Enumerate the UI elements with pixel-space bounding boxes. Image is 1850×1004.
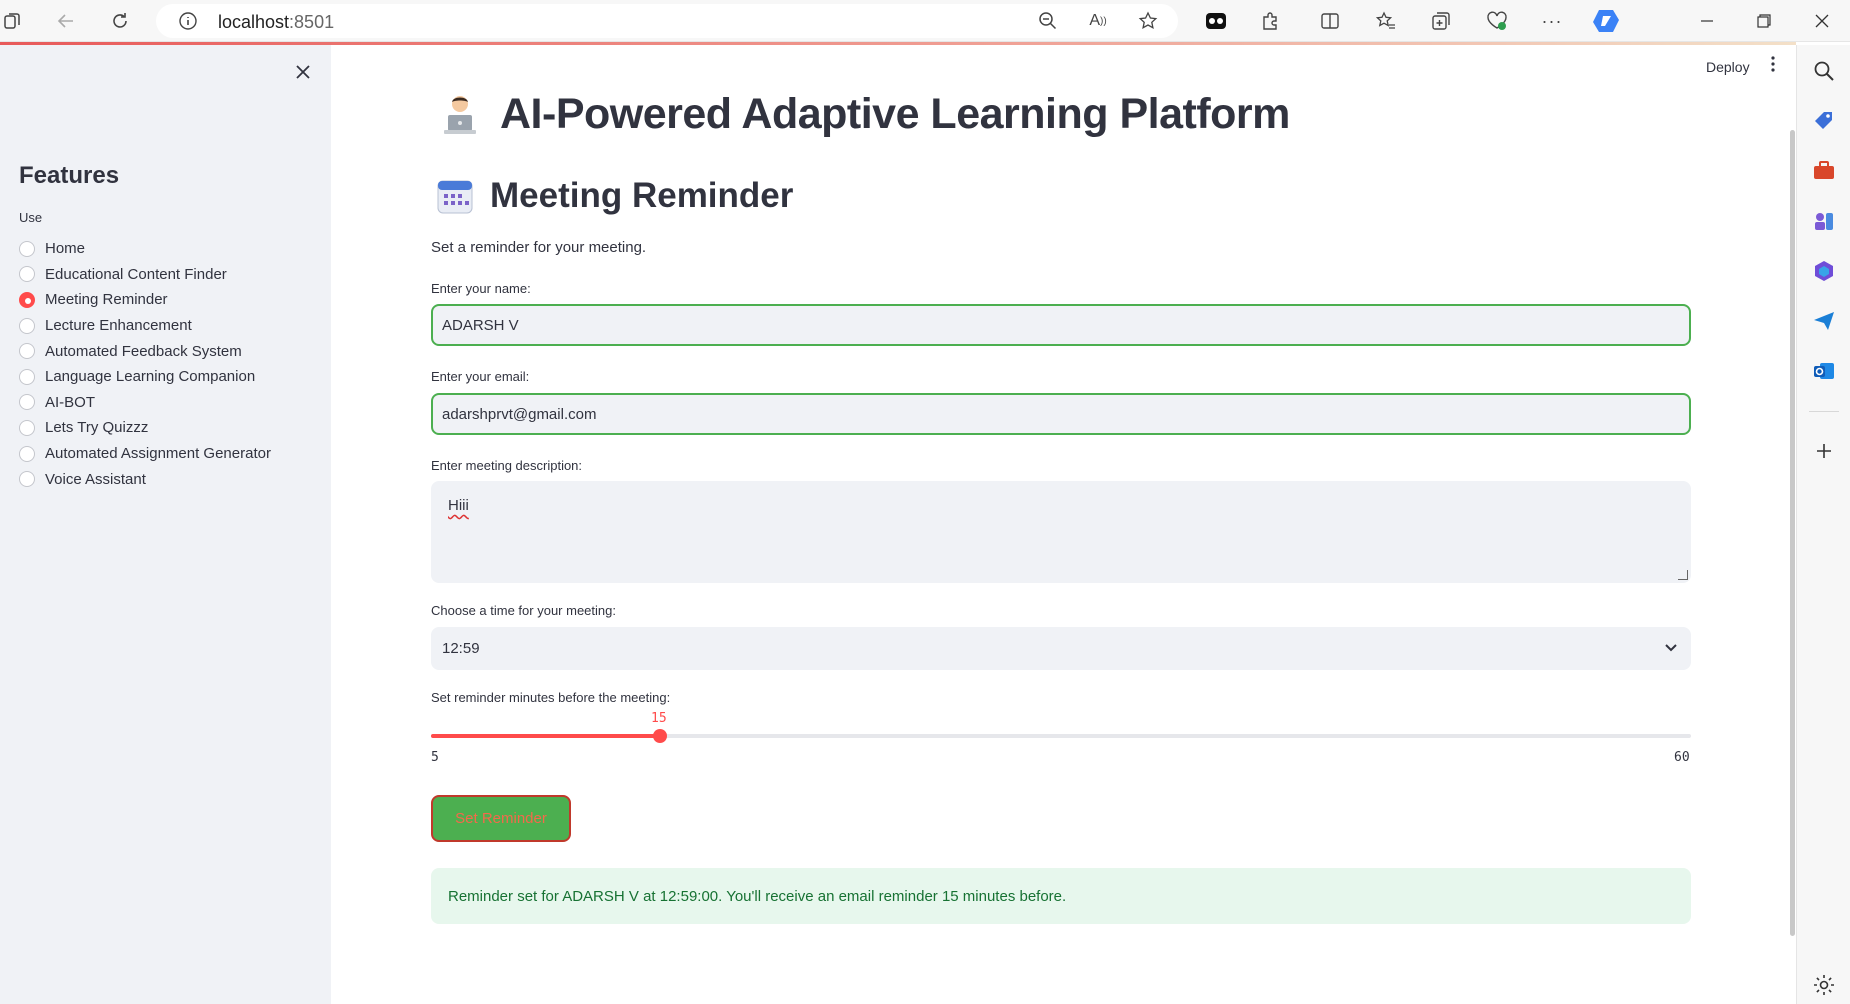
edge-divider — [1809, 411, 1839, 412]
slider-label: Set reminder minutes before the meeting: — [431, 690, 671, 705]
name-label: Enter your name: — [431, 281, 531, 296]
add-icon[interactable] — [1812, 439, 1836, 463]
technologist-emoji-icon — [436, 91, 484, 139]
page-title-text: AI-Powered Adaptive Learning Platform — [500, 90, 1290, 138]
radio-button[interactable] — [19, 419, 35, 436]
extensions-puzzle-icon[interactable] — [1258, 9, 1282, 33]
page-title: AI-Powered Adaptive Learning Platform — [436, 90, 1290, 139]
slider-current-value: 15 — [651, 711, 667, 726]
favorite-star-icon[interactable] — [1136, 9, 1160, 33]
slider-min-value: 5 — [431, 750, 439, 765]
outlook-icon[interactable] — [1812, 359, 1836, 383]
minimize-icon[interactable] — [1695, 9, 1719, 33]
games-icon[interactable] — [1812, 209, 1836, 233]
success-alert: Reminder set for ADARSH V at 12:59:00. Y… — [431, 868, 1691, 924]
calendar-emoji-icon — [436, 177, 474, 215]
radio-button[interactable] — [19, 343, 35, 360]
favorites-icon[interactable] — [1374, 9, 1398, 33]
slider-thumb[interactable] — [653, 729, 668, 743]
radio-button[interactable] — [19, 471, 35, 488]
settings-gear-icon[interactable] — [1812, 973, 1836, 997]
tools-briefcase-icon[interactable] — [1812, 159, 1836, 183]
radio-button[interactable] — [19, 445, 35, 462]
more-options-icon[interactable]: ··· — [1540, 9, 1564, 33]
collections-icon[interactable] — [1429, 9, 1453, 33]
section-title: Meeting Reminder — [436, 176, 793, 216]
radio-meeting-reminder[interactable]: Meeting Reminder — [19, 287, 271, 313]
resize-handle[interactable] — [1678, 570, 1688, 580]
success-message: Reminder set for ADARSH V at 12:59:00. Y… — [448, 887, 1067, 905]
radio-automated-assignment-generator[interactable]: Automated Assignment Generator — [19, 441, 271, 467]
time-select[interactable]: 12:59 — [431, 627, 1691, 670]
radio-button[interactable] — [19, 394, 35, 411]
section-title-text: Meeting Reminder — [490, 176, 794, 215]
meeting-description-text: Hiii — [448, 497, 469, 514]
name-input[interactable]: ADARSH V — [431, 304, 1691, 346]
copilot-icon[interactable] — [1590, 9, 1622, 33]
radio-button[interactable] — [19, 368, 35, 385]
radio-button[interactable] — [19, 240, 35, 257]
site-info-icon[interactable] — [176, 9, 200, 33]
radio-automated-feedback-system[interactable]: Automated Feedback System — [19, 338, 271, 364]
email-input[interactable]: adarshprvt@gmail.com — [431, 393, 1691, 435]
sidebar-title: Features — [19, 162, 120, 189]
shopping-tag-icon[interactable] — [1812, 109, 1836, 133]
chevron-down-icon — [1664, 640, 1678, 658]
tab-actions-icon[interactable] — [0, 9, 24, 33]
scrollbar[interactable] — [1790, 130, 1795, 936]
main-menu-icon[interactable] — [1770, 56, 1776, 77]
url-text: localhost:8501 — [218, 12, 335, 32]
browser-essentials-icon[interactable] — [1485, 9, 1509, 33]
radio-button[interactable] — [19, 291, 35, 308]
time-select-value: 12:59 — [442, 640, 480, 657]
radio-button[interactable] — [19, 266, 35, 283]
zoom-out-icon[interactable] — [1036, 9, 1060, 33]
radio-lecture-enhancement[interactable]: Lecture Enhancement — [19, 313, 271, 339]
refresh-icon[interactable] — [108, 9, 132, 33]
microsoft-365-icon[interactable] — [1812, 259, 1836, 283]
feature-radio-group: Home Educational Content Finder Meeting … — [19, 236, 271, 492]
send-icon[interactable] — [1812, 309, 1836, 333]
slider-fill — [431, 734, 661, 738]
extension-icon[interactable] — [1204, 9, 1228, 33]
deploy-button[interactable]: Deploy — [1706, 59, 1750, 75]
radio-ai-bot[interactable]: AI-BOT — [19, 390, 271, 416]
back-icon[interactable] — [54, 9, 78, 33]
restore-icon[interactable] — [1752, 9, 1776, 33]
radio-button[interactable] — [19, 317, 35, 334]
split-screen-icon[interactable] — [1318, 9, 1342, 33]
close-sidebar-icon[interactable] — [296, 59, 310, 85]
email-label: Enter your email: — [431, 369, 530, 384]
radio-voice-assistant[interactable]: Voice Assistant — [19, 466, 271, 492]
set-reminder-button[interactable]: Set Reminder — [431, 795, 571, 842]
meeting-description-label: Enter meeting description: — [431, 458, 583, 473]
radio-group-label: Use — [19, 210, 43, 225]
time-label: Choose a time for your meeting: — [431, 603, 616, 618]
edge-sidebar — [1796, 45, 1850, 1004]
radio-lets-try-quizzz[interactable]: Lets Try Quizzz — [19, 415, 271, 441]
search-icon[interactable] — [1812, 59, 1836, 83]
close-window-icon[interactable] — [1810, 9, 1834, 33]
address-bar[interactable]: localhost:8501 A)) — [156, 4, 1178, 38]
app-sidebar: Features Use Home Educational Content Fi… — [0, 45, 331, 1004]
read-aloud-icon[interactable]: A)) — [1086, 9, 1110, 33]
radio-language-learning-companion[interactable]: Language Learning Companion — [19, 364, 271, 390]
reminder-minutes-slider[interactable] — [431, 729, 1691, 743]
slider-max-value: 60 — [1674, 750, 1690, 765]
browser-toolbar: localhost:8501 A)) ··· — [0, 0, 1850, 42]
radio-educational-content-finder[interactable]: Educational Content Finder — [19, 262, 271, 288]
meeting-description-textarea[interactable]: Hiii — [431, 481, 1691, 583]
radio-home[interactable]: Home — [19, 236, 271, 262]
section-description: Set a reminder for your meeting. — [431, 239, 647, 256]
